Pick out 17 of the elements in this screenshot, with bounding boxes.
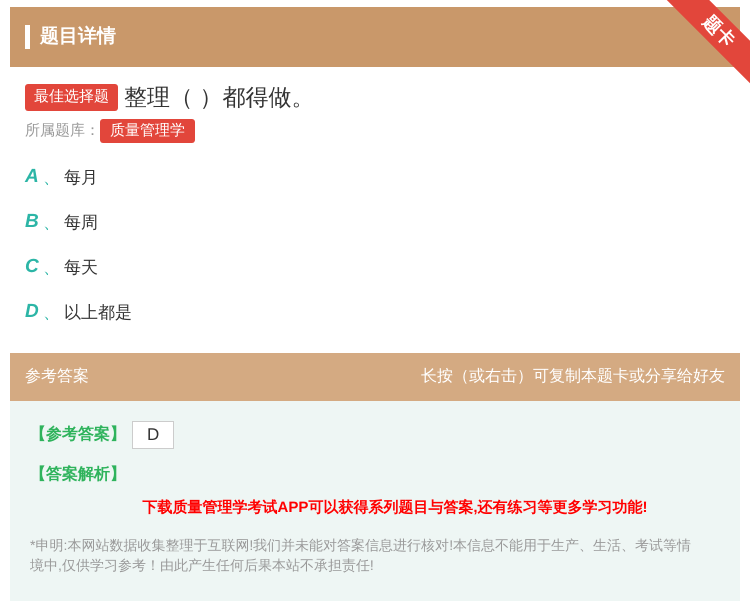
- bank-tag[interactable]: 质量管理学: [100, 118, 195, 143]
- analysis-label: 【答案解析】: [30, 464, 127, 484]
- answer-value: D: [132, 421, 174, 448]
- answer-section-title: 参考答案: [25, 366, 89, 387]
- disclaimer-text: *申明:本网站数据收集整理于互联网!我们并未能对答案信息进行核对!本信息不能用于生产、生活、考试等情境中,仅供学习参考！由此产生任何后果本站不承担责任!: [30, 536, 692, 575]
- question-type-badge: 最佳选择题: [25, 84, 118, 110]
- answer-option[interactable]: C 、 每天: [25, 255, 725, 280]
- answer-option[interactable]: D 、 以上都是: [25, 300, 725, 325]
- answer-option[interactable]: A 、 每月: [25, 165, 725, 190]
- share-hint: 长按（或右击）可复制本题卡或分享给好友: [421, 366, 725, 387]
- answer-label: 【参考答案】: [30, 424, 126, 445]
- section-title: 题目详情: [40, 24, 116, 49]
- accent-bar: [25, 25, 30, 49]
- bank-label: 所属题库：: [25, 120, 100, 140]
- promo-text: 下载质量管理学考试APP可以获得系列题目与答案,还有练习等更多学习功能!: [141, 498, 648, 518]
- question-text: 整理（ ）都得做。: [124, 83, 314, 112]
- answer-option[interactable]: B 、 每周: [25, 210, 725, 235]
